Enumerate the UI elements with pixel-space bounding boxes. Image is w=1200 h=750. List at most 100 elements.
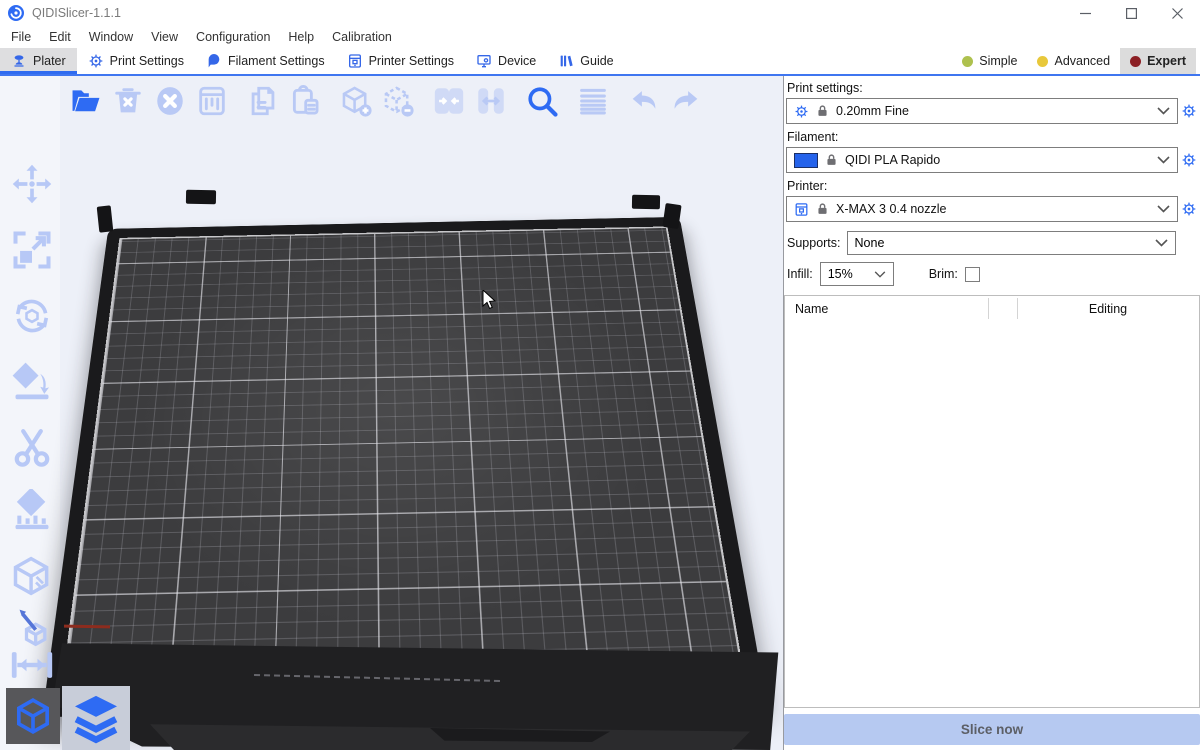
split-to-parts-icon[interactable] bbox=[471, 81, 511, 121]
menu-file[interactable]: File bbox=[2, 28, 40, 46]
paste-icon[interactable] bbox=[285, 81, 325, 121]
delete-icon[interactable] bbox=[108, 81, 148, 121]
device-monitor-icon bbox=[476, 53, 492, 69]
settings-panel: Print settings: 0.20mm Fine Filament: QI… bbox=[783, 76, 1200, 750]
printer-icon bbox=[347, 53, 363, 69]
brim-checkbox[interactable] bbox=[965, 267, 980, 282]
add-instance-icon[interactable] bbox=[336, 81, 376, 121]
advanced-mode-dot-icon bbox=[1037, 56, 1048, 67]
mode-selector: Simple Advanced Expert bbox=[952, 48, 1200, 74]
printer-icon bbox=[794, 202, 809, 217]
print-settings-label: Print settings: bbox=[787, 81, 1200, 95]
column-name[interactable]: Name bbox=[785, 302, 828, 316]
delete-all-icon[interactable] bbox=[150, 81, 190, 121]
print-settings-select[interactable]: 0.20mm Fine bbox=[786, 98, 1178, 124]
preview-layers-icon bbox=[68, 690, 124, 746]
3d-viewport[interactable] bbox=[0, 76, 783, 750]
menu-help[interactable]: Help bbox=[279, 28, 323, 46]
redo-icon[interactable] bbox=[666, 81, 706, 121]
preview-view-toggle[interactable] bbox=[62, 686, 130, 750]
arrange-icon[interactable] bbox=[192, 81, 232, 121]
menu-window[interactable]: Window bbox=[80, 28, 142, 46]
minimize-button[interactable] bbox=[1062, 0, 1108, 26]
bed-clip bbox=[186, 190, 216, 205]
filament-color-swatch bbox=[794, 153, 818, 168]
seam-painting-icon[interactable] bbox=[8, 552, 56, 600]
measure-icon[interactable] bbox=[8, 648, 56, 682]
copy-icon[interactable] bbox=[243, 81, 283, 121]
search-icon[interactable] bbox=[522, 81, 562, 121]
variable-layer-height-icon[interactable] bbox=[573, 81, 613, 121]
tab-bar: Plater Print Settings Filament Settings … bbox=[0, 48, 1200, 76]
mode-expert-label: Expert bbox=[1147, 54, 1186, 68]
printer-label: Printer: bbox=[787, 179, 1200, 193]
chevron-down-icon bbox=[1157, 205, 1170, 213]
tab-plater[interactable]: Plater bbox=[0, 48, 77, 74]
supports-value: None bbox=[855, 236, 885, 250]
mode-simple[interactable]: Simple bbox=[952, 48, 1027, 74]
guide-books-icon bbox=[558, 53, 574, 69]
chevron-down-icon bbox=[1157, 107, 1170, 115]
lock-icon bbox=[816, 104, 829, 118]
plater-icon bbox=[11, 53, 27, 69]
gear-icon bbox=[88, 53, 104, 69]
paint-on-supports-icon[interactable] bbox=[8, 487, 56, 535]
column-editing[interactable]: Editing bbox=[1017, 302, 1199, 316]
rotate-icon[interactable] bbox=[8, 292, 56, 340]
place-on-face-icon[interactable] bbox=[8, 358, 56, 406]
tab-printer-settings-label: Printer Settings bbox=[369, 54, 454, 68]
mouse-cursor bbox=[482, 290, 498, 312]
filament-drop-icon bbox=[206, 53, 222, 69]
printer-select[interactable]: X-MAX 3 0.4 nozzle bbox=[786, 196, 1178, 222]
infill-label: Infill: bbox=[787, 267, 813, 281]
tab-filament-settings-label: Filament Settings bbox=[228, 54, 325, 68]
move-icon[interactable] bbox=[8, 160, 56, 208]
chevron-down-icon bbox=[1155, 239, 1168, 247]
tab-device[interactable]: Device bbox=[465, 48, 547, 74]
menu-bar: File Edit Window View Configuration Help… bbox=[0, 26, 1200, 48]
edit-printer-button[interactable] bbox=[1178, 201, 1200, 217]
scale-icon[interactable] bbox=[8, 226, 56, 274]
undo-icon[interactable] bbox=[624, 81, 664, 121]
menu-edit[interactable]: Edit bbox=[40, 28, 80, 46]
edit-print-settings-button[interactable] bbox=[1178, 103, 1200, 119]
plater-toolbar bbox=[66, 81, 708, 121]
open-folder-icon[interactable] bbox=[66, 81, 106, 121]
filament-select[interactable]: QIDI PLA Rapido bbox=[786, 147, 1178, 173]
tab-print-settings-label: Print Settings bbox=[110, 54, 184, 68]
printer-value: X-MAX 3 0.4 nozzle bbox=[836, 202, 946, 216]
menu-view[interactable]: View bbox=[142, 28, 187, 46]
tab-printer-settings[interactable]: Printer Settings bbox=[336, 48, 465, 74]
menu-calibration[interactable]: Calibration bbox=[323, 28, 401, 46]
tab-print-settings[interactable]: Print Settings bbox=[77, 48, 195, 74]
split-to-objects-icon[interactable] bbox=[429, 81, 469, 121]
chevron-down-icon bbox=[874, 271, 886, 278]
cut-icon[interactable] bbox=[8, 424, 56, 472]
object-list[interactable]: Name Editing bbox=[784, 295, 1200, 708]
infill-select[interactable]: 15% bbox=[820, 262, 894, 286]
supports-select[interactable]: None bbox=[847, 231, 1176, 255]
maximize-button[interactable] bbox=[1108, 0, 1154, 26]
tab-filament-settings[interactable]: Filament Settings bbox=[195, 48, 336, 74]
mode-expert[interactable]: Expert bbox=[1120, 48, 1196, 74]
app-logo-icon bbox=[8, 5, 24, 21]
remove-instance-icon[interactable] bbox=[378, 81, 418, 121]
menu-configuration[interactable]: Configuration bbox=[187, 28, 279, 46]
print-settings-value: 0.20mm Fine bbox=[836, 104, 909, 118]
tab-guide-label: Guide bbox=[580, 54, 613, 68]
gear-icon bbox=[794, 104, 809, 119]
title-bar: QIDISlicer-1.1.1 bbox=[0, 0, 1200, 26]
brim-label: Brim: bbox=[929, 267, 958, 281]
print-bed-grid[interactable] bbox=[63, 226, 743, 679]
editor-view-toggle[interactable] bbox=[6, 688, 60, 744]
expert-mode-dot-icon bbox=[1130, 56, 1141, 67]
tab-device-label: Device bbox=[498, 54, 536, 68]
chevron-down-icon bbox=[1157, 156, 1170, 164]
mode-advanced[interactable]: Advanced bbox=[1027, 48, 1120, 74]
slice-now-button[interactable]: Slice now bbox=[784, 714, 1200, 745]
mode-simple-label: Simple bbox=[979, 54, 1017, 68]
edit-filament-button[interactable] bbox=[1178, 152, 1200, 168]
tab-guide[interactable]: Guide bbox=[547, 48, 624, 74]
close-button[interactable] bbox=[1154, 0, 1200, 26]
simple-mode-dot-icon bbox=[962, 56, 973, 67]
